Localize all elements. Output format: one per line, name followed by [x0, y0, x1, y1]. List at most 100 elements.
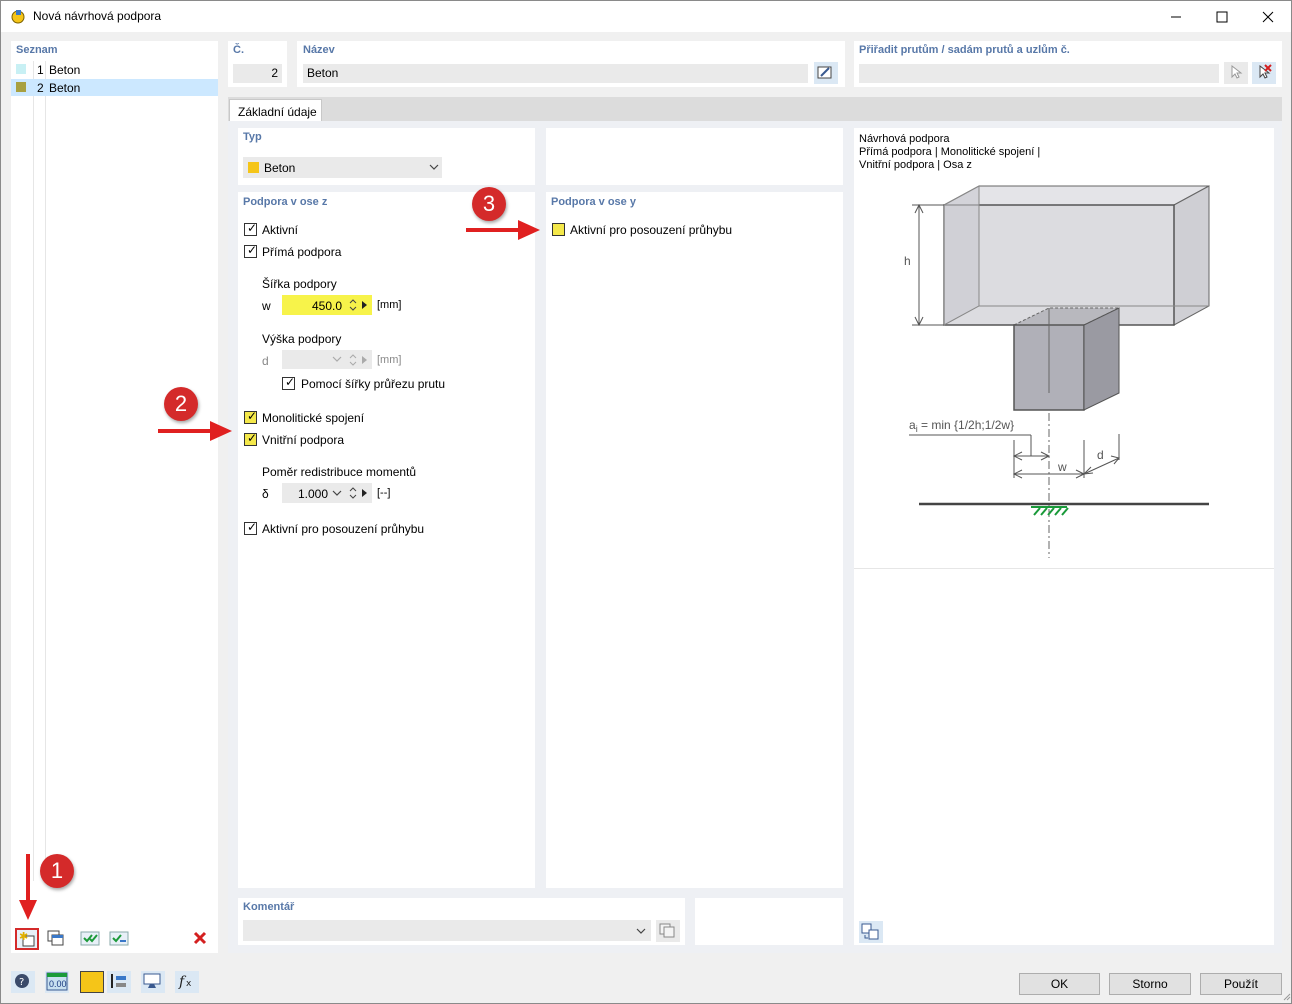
ratio-unit: [--] — [377, 487, 391, 499]
preview-swap-icon — [861, 923, 879, 940]
internal-support-checkbox[interactable]: ✓ — [244, 431, 257, 446]
preview-options-button[interactable] — [859, 921, 883, 943]
function-icon: fx — [178, 974, 192, 990]
delete-button[interactable] — [189, 928, 213, 950]
number-field[interactable]: 2 — [233, 64, 282, 83]
list-item-selected[interactable]: 2 Beton — [11, 79, 218, 96]
window-title: Nová návrhová podpora — [33, 9, 162, 23]
check-all-icon — [80, 931, 100, 946]
type-select[interactable]: Beton — [243, 157, 442, 178]
deflection-y-checkbox[interactable] — [552, 223, 565, 236]
deflection-z-checkbox[interactable]: ✓ — [244, 520, 257, 535]
monolithic-label: Monolitické spojení — [262, 411, 365, 425]
support-y-panel: Podpora v ose y Aktivní pro posouzení pr… — [546, 192, 843, 888]
ratio-input[interactable]: 1.000 — [282, 483, 372, 503]
delete-icon — [193, 931, 207, 945]
active-checkbox[interactable]: ✓ — [244, 221, 257, 236]
cancel-button[interactable]: Storno — [1109, 973, 1191, 995]
color-button[interactable] — [80, 971, 104, 993]
resize-grip-icon[interactable] — [1281, 991, 1291, 1001]
pick-clear-button[interactable] — [1252, 62, 1276, 84]
height-title: Výška podpory — [262, 332, 342, 346]
pick-cursor-icon — [1231, 64, 1243, 79]
deflection-y-label: Aktivní pro posouzení průhybu — [570, 223, 733, 237]
units-value: 0.00 — [49, 979, 67, 989]
comment-field[interactable] — [243, 920, 651, 941]
deflection-z-label: Aktivní pro posouzení průhybu — [262, 522, 425, 536]
ratio-title: Poměr redistribuce momentů — [262, 465, 417, 479]
view-button[interactable] — [141, 971, 165, 993]
h-label: h — [904, 254, 911, 268]
minimize-icon — [1171, 16, 1181, 17]
color-swatch — [16, 64, 26, 74]
close-button[interactable] — [1245, 1, 1291, 32]
svg-text:?: ? — [19, 977, 24, 988]
app-icon — [11, 10, 25, 24]
height-unit: [mm] — [377, 354, 402, 366]
chevron-down-icon — [332, 356, 342, 362]
comment-copy-button[interactable] — [656, 920, 680, 942]
close-icon — [1262, 11, 1274, 22]
dialog-window: Nová návrhová podpora Seznam 1 Beton 2 B… — [0, 0, 1292, 1004]
spin-icon[interactable] — [349, 486, 357, 500]
structure-icon — [111, 974, 126, 988]
list-panel: Seznam 1 Beton 2 Beton ✱ — [11, 41, 218, 953]
help-button[interactable]: ? — [11, 971, 35, 993]
support-z-panel: Podpora v ose z ✓ Aktivní ✓ Přímá podpor… — [238, 192, 535, 888]
width-input[interactable]: 450.0 — [282, 295, 372, 315]
pick-button[interactable] — [1224, 62, 1248, 84]
formula-button[interactable]: fx — [175, 971, 199, 993]
uncheck-button[interactable] — [108, 928, 132, 950]
color-swatch — [16, 82, 26, 92]
name-field[interactable]: Beton — [303, 64, 808, 83]
maximize-icon — [1216, 11, 1228, 22]
spin-icon[interactable] — [349, 298, 357, 312]
apply-button[interactable]: Použít — [1200, 973, 1282, 995]
name-header: Název — [303, 44, 335, 56]
annotation-arrow-down-icon — [19, 854, 37, 920]
units-button[interactable]: 0.00 — [45, 971, 69, 993]
width-unit: [mm] — [377, 299, 402, 311]
annotation-badge-2: 2 — [164, 387, 198, 421]
assign-header: Přiřadit prutům / sadám prutů a uzlům č. — [859, 44, 1070, 56]
preview-line-1: Návrhová podpora — [859, 133, 950, 145]
title-bar: Nová návrhová podpora — [1, 1, 1291, 32]
direct-support-label: Přímá podpora — [262, 245, 342, 259]
play-icon[interactable] — [362, 300, 368, 310]
ok-button[interactable]: OK — [1019, 973, 1100, 995]
new-item-button[interactable]: ✱ — [15, 928, 39, 950]
internal-support-label: Vnitřní podpora — [262, 433, 345, 447]
support-diagram: h ai = min {1/2h;1/2w} w d — [904, 185, 1210, 558]
tab-basic-data[interactable]: Základní údaje — [229, 99, 322, 122]
minimize-button[interactable] — [1153, 1, 1199, 32]
copy-item-button[interactable] — [45, 928, 69, 950]
height-symbol: d — [262, 354, 269, 368]
play-icon[interactable] — [362, 488, 368, 498]
type-panel: Typ Beton — [238, 128, 535, 185]
d-label: d — [1097, 448, 1104, 462]
height-input[interactable] — [282, 350, 372, 369]
annotation-arrow-right-icon — [466, 220, 540, 240]
svg-text:✱: ✱ — [19, 930, 28, 943]
help-icon: ? — [15, 974, 29, 988]
direct-support-checkbox[interactable]: ✓ — [244, 243, 257, 258]
list-item[interactable]: 1 Beton — [11, 61, 218, 78]
assign-field[interactable] — [859, 64, 1219, 83]
by-section-checkbox[interactable]: ✓ — [282, 375, 295, 390]
copy-icon — [47, 930, 64, 946]
edit-name-button[interactable] — [814, 62, 838, 84]
chevron-down-icon — [332, 490, 342, 496]
edit-icon — [817, 66, 832, 79]
check-all-button[interactable] — [79, 928, 103, 950]
formula-rest: = min {1/2h;1/2w} — [918, 418, 1014, 432]
width-symbol: w — [262, 299, 271, 313]
chevron-down-icon — [429, 164, 439, 170]
monolithic-checkbox[interactable]: ✓ — [244, 409, 257, 424]
width-title: Šířka podpory — [262, 277, 337, 291]
list-header: Seznam — [16, 44, 58, 56]
svg-text:ai = min {1/2h;1/2w}: ai = min {1/2h;1/2w} — [909, 418, 1014, 434]
structure-button[interactable] — [107, 971, 131, 993]
maximize-button[interactable] — [1199, 1, 1245, 32]
empty-panel — [546, 128, 843, 185]
annotation-badge-3: 3 — [472, 187, 506, 221]
